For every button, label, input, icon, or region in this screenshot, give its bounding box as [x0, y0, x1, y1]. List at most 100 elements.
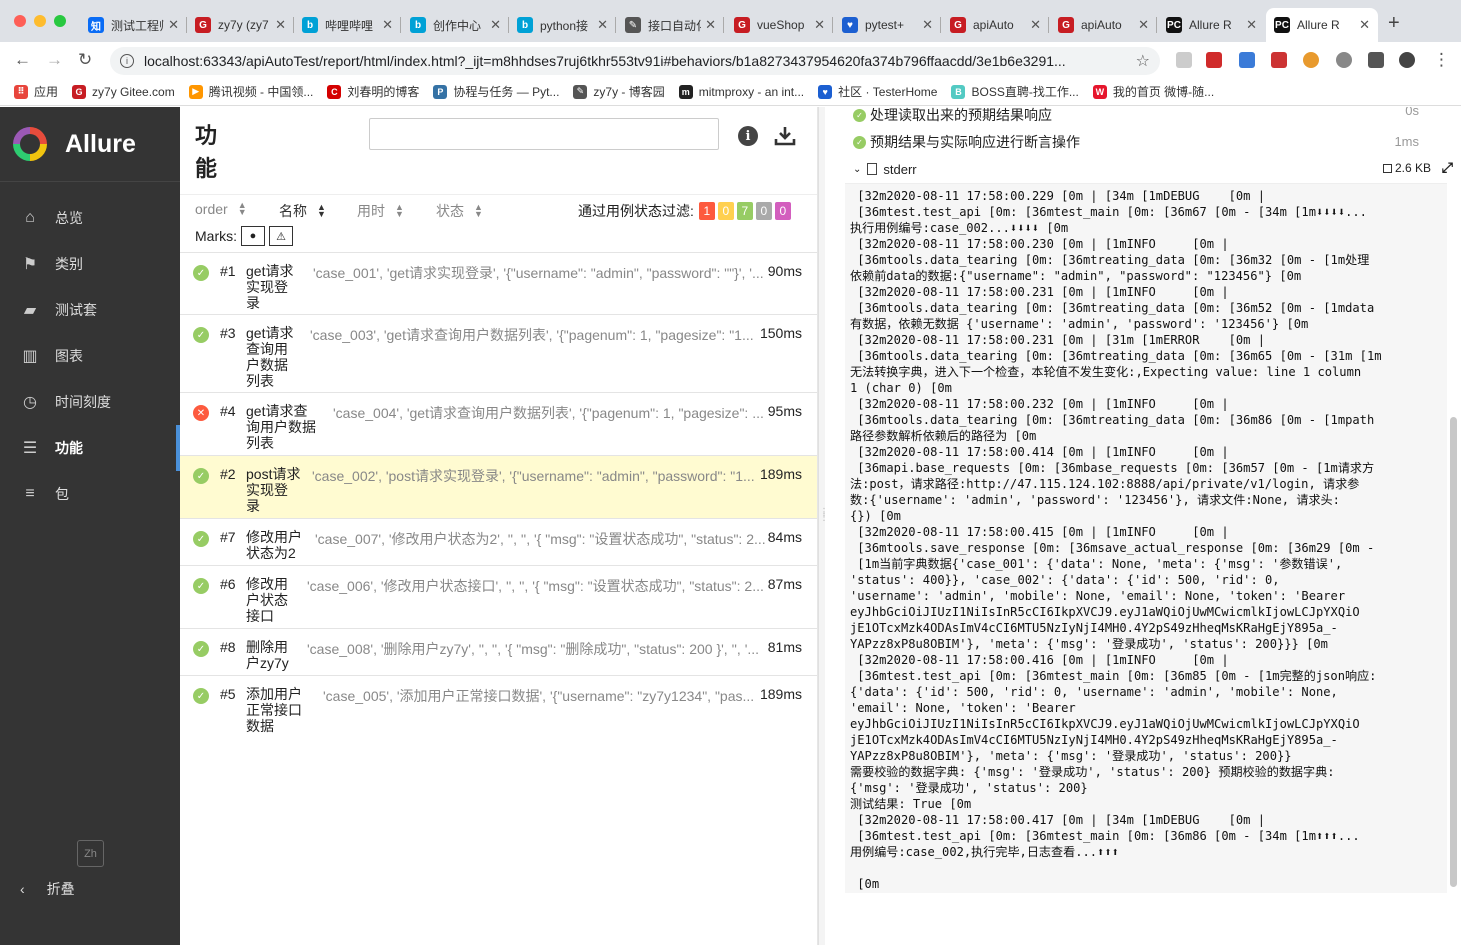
bookmark-label: mitmproxy - an int...	[698, 84, 805, 99]
bookmark-item[interactable]: ▶ 腾讯视频 - 中国领...	[188, 83, 313, 100]
extension-icon[interactable]	[1239, 52, 1255, 68]
extension-icon[interactable]	[1336, 52, 1352, 68]
test-case-row[interactable]: ✕ #4 get请求查 询用户数据 列表 'case_004', 'get请求查询用户数据…	[180, 392, 817, 455]
test-case-row[interactable]: ✓ #3 get请求 查询用 户数据 列表 'case_003', 'get请求查询用户数据…	[180, 314, 817, 392]
tab-close-icon[interactable]: ✕	[275, 17, 286, 33]
test-case-row[interactable]: ✓ #1 get请求 实现登录 'case_001', 'get请求实现登录', '{"…	[180, 252, 817, 314]
log-line: 执行用例编号:case_002...⬇⬇⬇⬇ [0m	[850, 221, 1069, 235]
window-maximize-button[interactable]	[54, 15, 66, 27]
browser-tab[interactable]: ✎ 接口自动化 ✕	[617, 8, 724, 42]
back-arrow-icon[interactable]: ←	[14, 50, 31, 70]
url-bar[interactable]: i localhost:63343/apiAutoTest/report/htm…	[110, 47, 1160, 75]
window-minimize-button[interactable]	[34, 15, 46, 27]
test-case-name-line: 查询用	[246, 341, 288, 357]
bookmark-item[interactable]: B BOSS直聘-找工作...	[951, 83, 1079, 100]
browser-tab[interactable]: GvueShop ✕	[726, 8, 833, 42]
bookmark-star-icon[interactable]: ☆	[1136, 51, 1150, 71]
sort-duration[interactable]: 用时 ▲ ▼	[357, 201, 404, 221]
browser-tab[interactable]: PC Allure R ✕	[1266, 8, 1378, 42]
info-icon[interactable]: i	[738, 126, 758, 146]
bookmark-item[interactable]: P 协程与任务 — Pyt...	[433, 83, 559, 100]
search-input[interactable]	[369, 118, 719, 150]
download-icon[interactable]	[773, 124, 797, 148]
pane-splitter[interactable]	[818, 107, 825, 945]
browser-tab[interactable]: Gzy7y (zy7 ✕	[187, 8, 294, 42]
status-count-badge[interactable]: 0	[717, 202, 734, 220]
status-count-badge[interactable]: 1	[698, 202, 715, 220]
test-case-name-line: 添加用户	[246, 686, 302, 702]
extension-icon[interactable]	[1206, 52, 1222, 68]
step-item[interactable]: ✓ 处理读取出来的预期结果响应	[853, 107, 1052, 125]
sidebar-item[interactable]: ≡ 包	[0, 471, 180, 517]
tab-close-icon[interactable]: ✕	[382, 17, 393, 33]
puzzle-icon[interactable]	[1368, 52, 1384, 68]
browser-tab[interactable]: 知测试工程师 ✕	[80, 8, 187, 42]
sidebar-item[interactable]: ◷ 时间刻度	[0, 379, 180, 425]
browser-tab[interactable]: PC Allure R ✕	[1158, 8, 1265, 42]
tab-close-icon[interactable]: ✕	[705, 17, 716, 33]
sidebar-item[interactable]: ▰ 测试套	[0, 287, 180, 333]
collapse-button[interactable]: ‹ 折叠	[20, 879, 75, 899]
sidebar-item[interactable]: ▥ 图表	[0, 333, 180, 379]
tab-close-icon[interactable]: ✕	[597, 17, 608, 33]
tab-close-icon[interactable]: ✕	[814, 17, 825, 33]
test-case-row[interactable]: ✓ #6 修改用 户状态 接口 'case_006', '修改用户状态接口', '', '…	[180, 565, 817, 628]
bomb-mark-icon[interactable]: ●	[241, 226, 265, 246]
test-case-row[interactable]: ✓ #7 修改用户 状态为2 'case_007', '修改用户状态为2', '', '…	[180, 518, 817, 565]
browser-tab[interactable]: b 哔哩哔哩 ✕	[294, 8, 401, 42]
step-duration: 1ms	[1394, 134, 1419, 149]
scrollbar[interactable]	[1450, 417, 1457, 887]
test-case-row[interactable]: ✓ #2 post请求 实现登录 'case_002', 'post请求实现登录', '…	[180, 455, 817, 518]
test-case-name-line: 修改用	[246, 576, 288, 592]
new-tab-button[interactable]: +	[1388, 12, 1400, 35]
browser-tab[interactable]: GapiAuto ✕	[942, 8, 1049, 42]
tab-close-icon[interactable]: ✕	[490, 17, 501, 33]
bookmark-item[interactable]: ✎ zy7y - 博客园	[573, 83, 665, 100]
language-switch[interactable]: Zh	[77, 840, 104, 867]
sidebar-item[interactable]: ☰ 功能	[0, 425, 180, 471]
log-line: [36mtools.data_tearing [0m: [36mtreating…	[850, 413, 1375, 427]
save-icon[interactable]	[1382, 163, 1392, 173]
attachment-header[interactable]: ⌄ stderr	[853, 160, 1433, 178]
sort-order[interactable]: order ▲ ▼	[195, 201, 247, 218]
browser-tab[interactable]: b python接 ✕	[509, 8, 616, 42]
tab-close-icon[interactable]: ✕	[1030, 17, 1041, 33]
browser-tab[interactable]: GapiAuto ✕	[1050, 8, 1157, 42]
sidebar-item[interactable]: ⚑ 类别	[0, 241, 180, 287]
bookmark-item[interactable]: W 我的首页 微博-随...	[1092, 83, 1214, 100]
step-item[interactable]: ✓ 预期结果与实际响应进行断言操作	[853, 132, 1080, 152]
browser-tab[interactable]: ♥ pytest+ ✕	[834, 8, 941, 42]
allure-logo[interactable]: Allure	[0, 107, 180, 182]
bookmark-item[interactable]: C 刘春明的博客	[327, 83, 419, 100]
profile-avatar-icon[interactable]	[1399, 52, 1415, 68]
sort-name[interactable]: 名称 ▲ ▼	[279, 201, 326, 221]
browser-menu-icon[interactable]: ⋮	[1433, 50, 1450, 70]
tab-close-icon[interactable]: ✕	[1246, 17, 1257, 33]
tab-close-icon[interactable]: ✕	[168, 17, 179, 33]
test-case-row[interactable]: ✓ #5 添加用户 正常接口 数据 'case_005', '添加用户正常接口数据', '…	[180, 675, 817, 737]
extension-icon[interactable]	[1176, 52, 1192, 68]
bookmark-item[interactable]: ⠿ 应用	[14, 83, 58, 100]
expand-icon[interactable]: ⤢	[1442, 159, 1453, 176]
sort-status[interactable]: 状态 ▲ ▼	[436, 201, 483, 221]
tab-close-icon[interactable]: ✕	[1138, 17, 1149, 33]
test-case-row[interactable]: ✓ #8 删除用 户zy7y 'case_008', '删除用户zy7y', '', '…	[180, 628, 817, 675]
extension-icon[interactable]	[1303, 52, 1319, 68]
warning-mark-icon[interactable]: ⚠	[269, 226, 293, 246]
attachment-size: 2.6 KB	[1382, 161, 1431, 175]
bookmark-item[interactable]: m mitmproxy - an int...	[678, 84, 805, 99]
status-count-badge[interactable]: 0	[774, 202, 791, 220]
bookmark-item[interactable]: ♥ 社区 · TesterHome	[818, 83, 937, 100]
status-count-badge[interactable]: 7	[736, 202, 753, 220]
extension-icon[interactable]	[1271, 52, 1287, 68]
tab-close-icon[interactable]: ✕	[922, 17, 933, 33]
bookmark-item[interactable]: Gzy7y Gitee.com	[72, 84, 175, 99]
reload-icon[interactable]: ↻	[78, 50, 92, 70]
tab-close-icon[interactable]: ✕	[1359, 17, 1370, 33]
browser-tab[interactable]: b 创作中心 ✕	[402, 8, 509, 42]
window-close-button[interactable]	[14, 15, 26, 27]
forward-arrow-icon[interactable]: →	[46, 50, 63, 70]
site-info-icon[interactable]: i	[120, 54, 134, 68]
status-count-badge[interactable]: 0	[755, 202, 772, 220]
sidebar-item[interactable]: ⌂ 总览	[0, 195, 180, 241]
